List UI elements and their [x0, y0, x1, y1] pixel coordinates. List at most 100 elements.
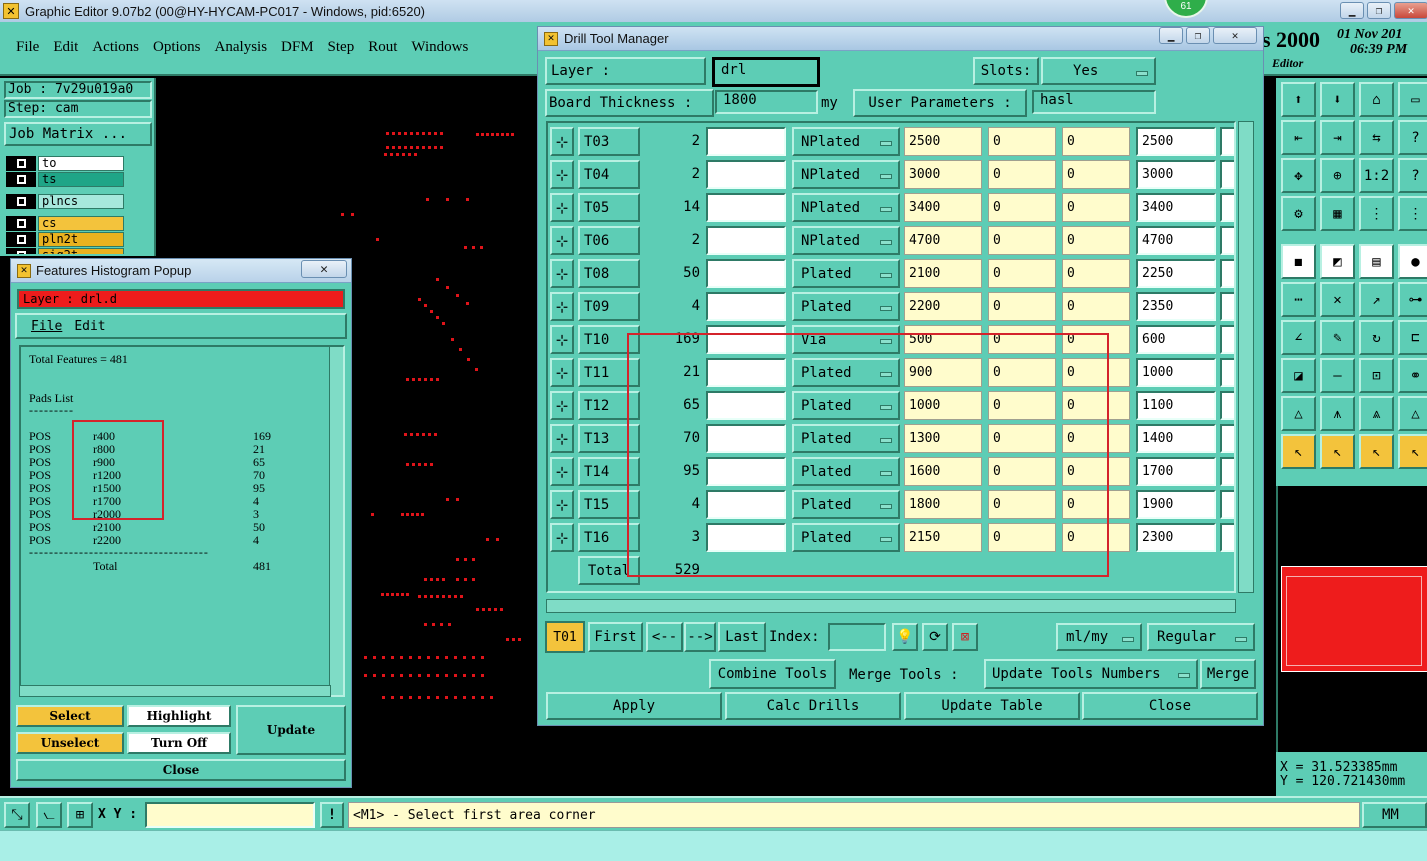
tool-comment-input[interactable] — [706, 292, 786, 321]
tol-minus-input[interactable]: 0 — [1062, 292, 1130, 321]
screen-icon[interactable]: ▭ — [1398, 82, 1427, 117]
refresh-icon[interactable]: ⟳ — [922, 623, 948, 651]
finish-size-input[interactable]: 3400 — [904, 193, 982, 222]
histogram-menu-file[interactable]: File — [31, 319, 62, 334]
histogram-vscroll[interactable] — [329, 347, 343, 695]
tool-comment-input[interactable] — [706, 193, 786, 222]
layer-row[interactable]: ts — [6, 172, 124, 187]
circle-icon[interactable]: ● — [1398, 244, 1427, 279]
calc-drills-button[interactable]: Calc Drills — [725, 692, 901, 720]
xy-input[interactable] — [145, 802, 315, 828]
pointer-multi-icon[interactable]: ↖ — [1398, 434, 1427, 469]
tool-type-select[interactable]: NPlated — [792, 226, 900, 255]
tri3-icon[interactable]: ⩓ — [1359, 396, 1394, 431]
tol-plus-input[interactable]: 0 — [988, 160, 1056, 189]
tol-minus-input[interactable]: 0 — [1062, 127, 1130, 156]
tol-minus-input[interactable]: 0 — [1062, 160, 1130, 189]
tool-name[interactable]: T06 — [578, 226, 640, 255]
drill-size-input[interactable]: 4700 — [1136, 226, 1216, 255]
extra-column-input[interactable] — [1220, 160, 1234, 189]
extra-column-input[interactable] — [1220, 391, 1234, 420]
tool-type-select[interactable]: NPlated — [792, 160, 900, 189]
drill-size-input[interactable]: 1700 — [1136, 457, 1216, 486]
tol-plus-input[interactable]: 0 — [988, 259, 1056, 288]
table-hscroll[interactable] — [546, 599, 1236, 613]
tol-plus-input[interactable]: 0 — [988, 292, 1056, 321]
help-left-icon[interactable]: ? — [1398, 120, 1427, 155]
pen-icon[interactable]: ✎ — [1320, 320, 1355, 355]
snap-icon[interactable]: ◪ — [1281, 358, 1316, 393]
fit-icon[interactable]: ⊡ — [1359, 358, 1394, 393]
connect-icon[interactable]: ⋯ — [1281, 282, 1316, 317]
extra-column-input[interactable] — [1220, 457, 1234, 486]
units-mode-select[interactable]: ml/my — [1056, 623, 1142, 651]
cross-icon[interactable]: ✕ — [1320, 282, 1355, 317]
drill-maximize-button[interactable]: ❐ — [1186, 27, 1210, 44]
row-expand-icon[interactable]: ⊹ — [550, 424, 574, 453]
row-expand-icon[interactable]: ⊹ — [550, 490, 574, 519]
unselect-button[interactable]: Unselect — [16, 732, 124, 754]
menu-analysis[interactable]: Analysis — [215, 39, 268, 56]
layer-row[interactable]: to — [6, 156, 124, 171]
expand-icon[interactable]: ✥ — [1281, 158, 1316, 193]
group-icon[interactable]: ⚭ — [1398, 358, 1427, 393]
tool-comment-input[interactable] — [706, 226, 786, 255]
question-icon[interactable]: ? — [1398, 158, 1427, 193]
tri-icon[interactable]: △ — [1281, 396, 1316, 431]
tool-comment-input[interactable] — [706, 127, 786, 156]
row-expand-icon[interactable]: ⊹ — [550, 226, 574, 255]
traffic-icon[interactable]: ⋮ — [1359, 196, 1394, 231]
drill-size-input[interactable]: 2350 — [1136, 292, 1216, 321]
drill-size-input[interactable]: 3400 — [1136, 193, 1216, 222]
menu-windows[interactable]: Windows — [411, 39, 468, 56]
layer-checkbox-icon[interactable] — [6, 194, 36, 209]
user-params-input[interactable]: hasl — [1032, 90, 1156, 114]
pointer-icon[interactable]: ↖ — [1281, 434, 1316, 469]
menu-edit[interactable]: Edit — [53, 39, 78, 56]
combine-tools-button[interactable]: Combine Tools — [709, 659, 836, 689]
delete-icon[interactable]: ⊠ — [952, 623, 978, 651]
histogram-close-bottom-button[interactable]: Close — [16, 759, 346, 781]
tol-minus-input[interactable]: 0 — [1062, 193, 1130, 222]
menu-rout[interactable]: Rout — [368, 39, 397, 56]
extra-column-input[interactable] — [1220, 127, 1234, 156]
extra-column-input[interactable] — [1220, 226, 1234, 255]
row-expand-icon[interactable]: ⊹ — [550, 391, 574, 420]
menu-options[interactable]: Options — [153, 39, 201, 56]
ruler-icon[interactable]: ▤ — [1359, 244, 1394, 279]
tol-plus-input[interactable]: 0 — [988, 226, 1056, 255]
layers-icon[interactable]: ⋮ — [1398, 196, 1427, 231]
split-icon[interactable]: — — [1320, 358, 1355, 393]
center-icon[interactable]: ⊕ — [1320, 158, 1355, 193]
units-select[interactable]: MM — [1362, 802, 1427, 828]
drill-close-bottom-button[interactable]: Close — [1082, 692, 1258, 720]
tool-name[interactable]: T09 — [578, 292, 640, 321]
row-expand-icon[interactable]: ⊹ — [550, 325, 574, 354]
tol-plus-input[interactable]: 0 — [988, 127, 1056, 156]
tool-comment-input[interactable] — [706, 259, 786, 288]
drill-size-input[interactable]: 2250 — [1136, 259, 1216, 288]
close-main-button[interactable]: ✕ — [1394, 2, 1427, 19]
turn-off-button[interactable]: Turn Off — [127, 732, 231, 754]
update-table-button[interactable]: Update Table — [904, 692, 1080, 720]
rotate-icon[interactable]: ↻ — [1359, 320, 1394, 355]
drill-size-input[interactable]: 1400 — [1136, 424, 1216, 453]
layer-row[interactable]: pln2t — [6, 232, 124, 247]
drill-size-input[interactable]: 3000 — [1136, 160, 1216, 189]
node-icon[interactable]: ↗ — [1359, 282, 1394, 317]
extra-column-input[interactable] — [1220, 523, 1234, 552]
menu-actions[interactable]: Actions — [92, 39, 139, 56]
regular-select[interactable]: Regular — [1147, 623, 1255, 651]
minimize-button[interactable]: ▁ — [1340, 2, 1364, 19]
layer-row[interactable]: cs — [6, 216, 124, 231]
tol-minus-input[interactable]: 0 — [1062, 259, 1130, 288]
next-button[interactable]: --> — [684, 622, 716, 652]
measure-icon[interactable]: ⦦ — [36, 802, 62, 828]
menu-file[interactable]: File — [16, 39, 39, 56]
finish-size-input[interactable]: 4700 — [904, 226, 982, 255]
tri2-icon[interactable]: ⩚ — [1320, 396, 1355, 431]
maximize-button[interactable]: ❐ — [1367, 2, 1391, 19]
tool-type-select[interactable]: NPlated — [792, 193, 900, 222]
menu-dfm[interactable]: DFM — [281, 39, 314, 56]
index-input[interactable] — [828, 623, 886, 651]
